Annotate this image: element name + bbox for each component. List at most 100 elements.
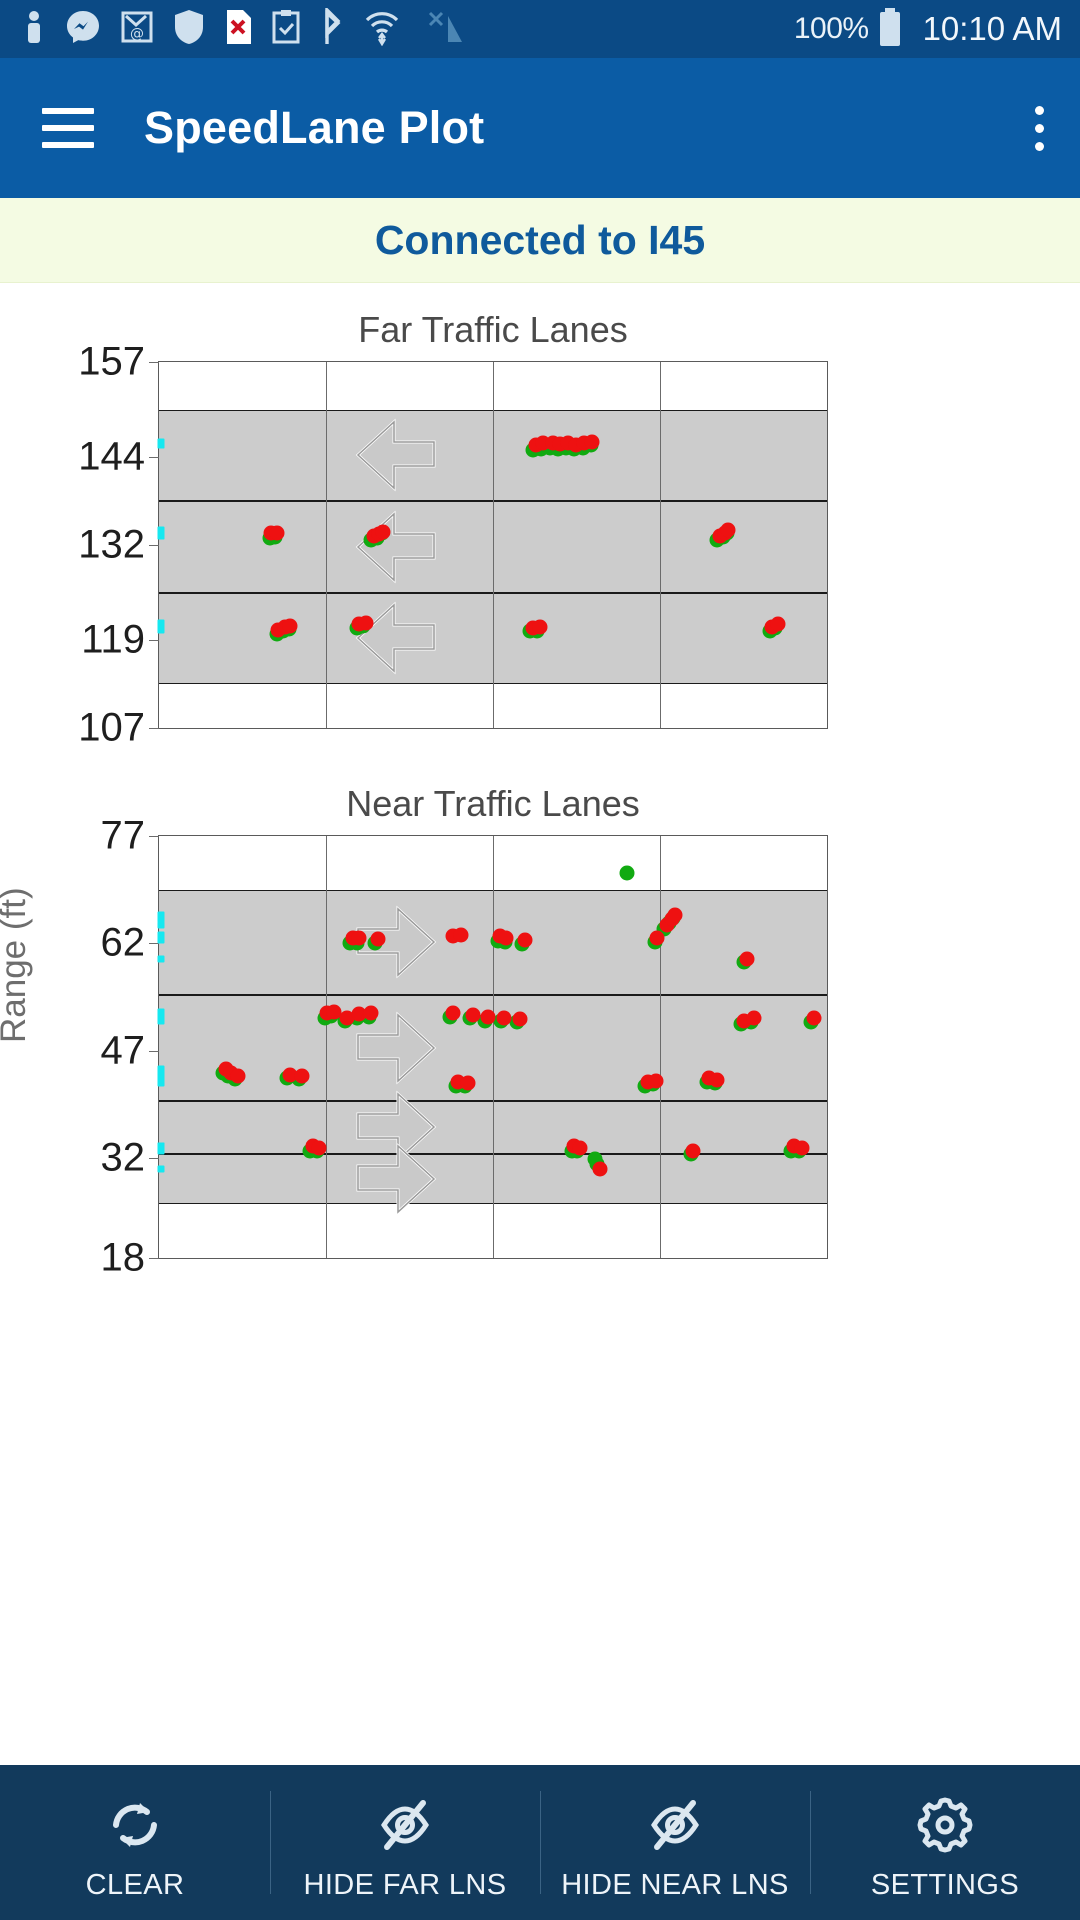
nav-label-clear: CLEAR	[85, 1868, 185, 1901]
y-axis-tick-mark	[149, 728, 159, 729]
lane-direction-arrow-left	[354, 508, 438, 586]
lane-direction-arrow-right	[354, 1140, 438, 1218]
approaching-data-point	[739, 951, 755, 967]
approaching-data-point	[572, 1140, 588, 1156]
approaching-data-point	[720, 522, 736, 538]
near-traffic-lanes-chart[interactable]: Near Traffic Lanes 77 62 47 32 18	[101, 783, 828, 1280]
approaching-data-point	[685, 1143, 701, 1159]
vertical-gridline	[326, 836, 327, 1258]
more-options-icon[interactable]	[1028, 93, 1050, 163]
connection-status-text: Connected to I45	[374, 216, 706, 263]
bluetooth-icon	[320, 5, 344, 51]
vertical-gridline	[493, 836, 494, 1258]
raw-detection-tick	[157, 1014, 165, 1022]
hamburger-menu-icon[interactable]	[42, 108, 94, 148]
y-axis-tick-mark	[149, 545, 159, 546]
battery-percent-label: 100%	[793, 12, 869, 45]
battery-icon	[877, 7, 903, 52]
android-status-bar: @ 100% 10:10 AM	[0, 0, 1080, 58]
person-icon	[22, 10, 46, 49]
approaching-data-point	[584, 434, 600, 450]
nav-item-clear[interactable]: CLEAR	[0, 1765, 270, 1920]
approaching-data-point	[445, 1005, 461, 1021]
lane-direction-arrow-left	[354, 416, 438, 494]
messenger-icon	[65, 9, 101, 50]
receding-data-point	[619, 865, 635, 881]
y-axis-tick-label: 32	[100, 1135, 146, 1180]
approaching-data-point	[480, 1009, 496, 1025]
approaching-data-point	[311, 1140, 327, 1156]
approaching-data-point	[648, 1073, 664, 1089]
approaching-data-point	[532, 619, 548, 635]
approaching-data-point	[453, 927, 469, 943]
approaching-data-point	[794, 1140, 810, 1156]
approaching-data-point	[667, 907, 683, 923]
y-axis-tick-mark	[149, 836, 159, 837]
clipboard-check-icon	[271, 9, 301, 50]
y-axis-tick-label: 132	[78, 522, 145, 567]
nav-item-settings[interactable]: SETTINGS	[810, 1765, 1080, 1920]
cellular-signal-off-icon	[420, 8, 466, 51]
y-axis-tick-mark	[149, 1050, 159, 1052]
approaching-data-point	[282, 618, 298, 634]
gear-icon	[914, 1794, 976, 1861]
approaching-data-point	[512, 1011, 528, 1027]
kebab-dot	[1034, 123, 1044, 133]
y-axis-tick-label: 47	[100, 1028, 146, 1073]
y-axis-tick-label: 144	[78, 434, 145, 479]
approaching-data-point	[351, 930, 367, 946]
approaching-data-point	[294, 1068, 310, 1084]
raw-detection-tick	[157, 955, 165, 963]
raw-detection-tick	[157, 1144, 165, 1152]
hamburger-line	[42, 142, 94, 148]
y-axis-tick-label: 157	[78, 339, 145, 384]
y-axis-tick-mark	[149, 1157, 159, 1159]
y-axis-tick-label: 18	[100, 1235, 146, 1280]
approaching-data-point	[746, 1010, 762, 1026]
eye-off-icon	[644, 1794, 706, 1861]
vertical-gridline	[660, 362, 661, 728]
nav-label-hide-far-lanes: HIDE FAR LNS	[303, 1868, 507, 1901]
sim-error-icon	[224, 9, 252, 50]
nav-label-settings: SETTINGS	[870, 1868, 1020, 1901]
approaching-data-point	[498, 930, 514, 946]
hamburger-line	[42, 125, 94, 131]
nav-item-hide-near-lanes[interactable]: HIDE NEAR LNS	[540, 1765, 810, 1920]
raw-detection-tick	[157, 1165, 165, 1173]
far-chart-title: Far Traffic Lanes	[358, 309, 628, 350]
email-sync-icon: @	[120, 10, 154, 49]
bottom-navigation-bar: CLEAR HIDE FAR LNS HIDE NEAR LNS SETTING…	[0, 1765, 1080, 1920]
connection-status-banner: Connected to I45	[0, 198, 1080, 283]
raw-detection-tick	[157, 526, 165, 534]
near-chart-title: Near Traffic Lanes	[346, 783, 640, 824]
status-bar-clock: 10:10 AM	[922, 10, 1062, 47]
nav-label-hide-near-lanes: HIDE NEAR LNS	[561, 1868, 789, 1901]
approaching-data-point	[269, 525, 285, 541]
approaching-data-point	[770, 616, 786, 632]
raw-detection-tick	[157, 1076, 165, 1084]
vertical-gridline	[326, 362, 327, 728]
approaching-data-point	[649, 930, 665, 946]
lane-direction-arrow-right	[354, 903, 438, 981]
y-axis-tick-label: 119	[81, 617, 145, 662]
approaching-data-point	[592, 1161, 608, 1177]
wifi-transfer-icon	[363, 8, 401, 51]
lane-direction-arrow-left	[354, 599, 438, 677]
y-axis-tick-label: 107	[78, 705, 145, 750]
approaching-data-point	[358, 615, 374, 631]
y-axis-tick-mark	[149, 457, 159, 459]
approaching-data-point	[375, 524, 391, 540]
approaching-data-point	[496, 1010, 512, 1026]
far-traffic-lanes-chart[interactable]: Far Traffic Lanes 157 144 132 119 107	[78, 309, 828, 750]
raw-detection-tick	[157, 438, 165, 446]
refresh-clear-icon	[104, 1794, 166, 1861]
status-bar-right-cluster: 100% 10:10 AM	[794, 7, 1062, 52]
raw-detection-tick	[157, 934, 165, 942]
approaching-data-point	[465, 1007, 481, 1023]
plot-area: Range (ft) Far Traffic Lanes 157 144 132 11…	[0, 283, 1080, 1920]
vertical-gridline	[493, 362, 494, 728]
status-bar-notification-icons: @	[22, 5, 794, 51]
y-axis-tick-label: 62	[100, 920, 146, 965]
y-axis-tick-mark	[149, 640, 159, 642]
nav-item-hide-far-lanes[interactable]: HIDE FAR LNS	[270, 1765, 540, 1920]
